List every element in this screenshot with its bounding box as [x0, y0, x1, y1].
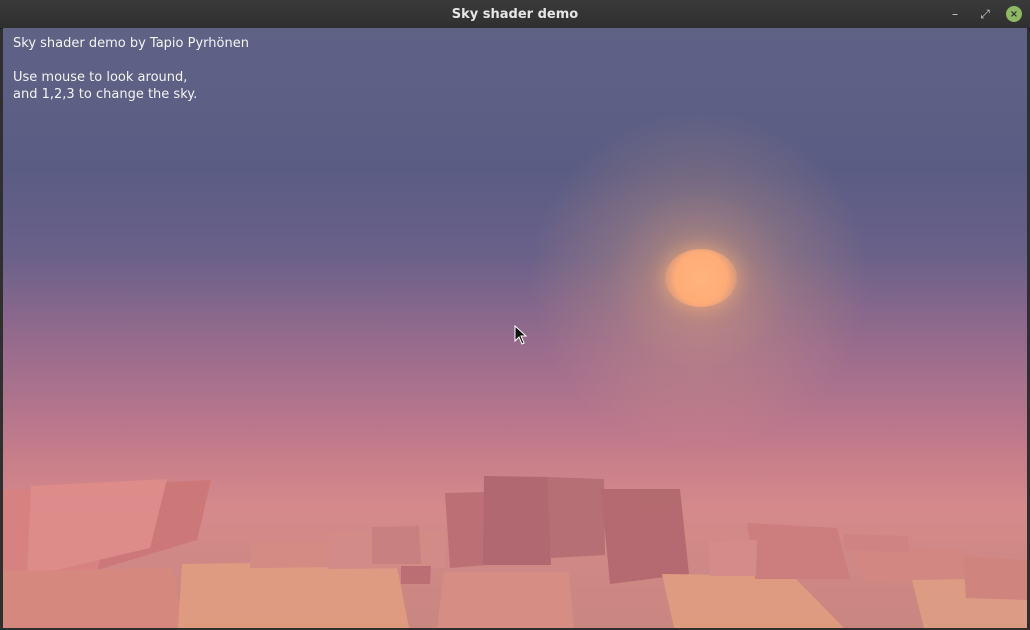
window-title: Sky shader demo: [451, 6, 579, 22]
app-window: Sky shader demo – ⤢ × Sky shader demo by…: [0, 0, 1030, 630]
maximize-button[interactable]: ⤢: [976, 5, 994, 23]
info-line-3: Use mouse to look around,: [13, 70, 188, 85]
maximize-icon: ⤢: [980, 6, 990, 21]
window-controls: – ⤢ ×: [946, 5, 1022, 23]
game-viewport[interactable]: Sky shader demo by Tapio Pyrhönen Use mo…: [3, 28, 1027, 628]
close-button[interactable]: ×: [1006, 6, 1022, 22]
close-icon: ×: [1009, 8, 1019, 20]
info-text: Sky shader demo by Tapio Pyrhönen Use mo…: [13, 35, 249, 103]
horizon-haze: [3, 448, 1027, 628]
mouse-pointer-icon: [514, 325, 528, 345]
info-line-4: and 1,2,3 to change the sky.: [13, 87, 198, 102]
minimize-icon: –: [952, 7, 958, 21]
title-bar[interactable]: Sky shader demo – ⤢ ×: [0, 0, 1030, 29]
minimize-button[interactable]: –: [946, 5, 964, 23]
info-line-1: Sky shader demo by Tapio Pyrhönen: [13, 36, 249, 51]
